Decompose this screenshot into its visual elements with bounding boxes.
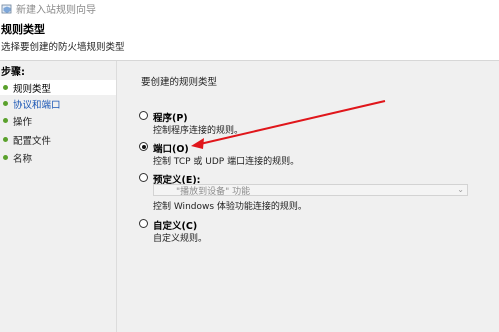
step-label: 配置文件 — [13, 135, 52, 147]
step-bullet-icon — [3, 101, 8, 106]
step-bullet-icon — [3, 137, 8, 142]
radio-port[interactable] — [139, 142, 148, 151]
step-profile[interactable]: 配置文件 — [0, 132, 116, 147]
rule-type-content: 要创建的规则类型 程序(P) 控制程序连接的规则。 端口(O) 控制 TCP 或… — [117, 61, 499, 332]
step-bullet-icon — [3, 155, 8, 160]
step-action[interactable]: 操作 — [0, 113, 116, 128]
wizard-body: 步骤: 规则类型 协议和端口 操作 配置文件 名称 要创建的规则类型 程序(P)… — [0, 61, 499, 332]
step-protocol-port[interactable]: 协议和端口 — [0, 96, 116, 111]
radio-custom[interactable] — [139, 219, 148, 228]
option-description: 控制 Windows 体验功能连接的规则。 — [153, 202, 307, 212]
window-title: 新建入站规则向导 — [16, 5, 96, 16]
firewall-rule-icon — [1, 3, 13, 15]
option-description: 控制程序连接的规则。 — [153, 126, 244, 136]
option-description: 自定义规则。 — [153, 234, 208, 244]
option-description: 控制 TCP 或 UDP 端口连接的规则。 — [153, 157, 300, 167]
step-label: 名称 — [13, 153, 33, 165]
option-label: 自定义(C) — [153, 221, 198, 232]
rule-type-question: 要创建的规则类型 — [141, 77, 218, 88]
step-rule-type[interactable]: 规则类型 — [0, 80, 116, 95]
option-label: 端口(O) — [153, 144, 189, 155]
page-subtitle: 选择要创建的防火墙规则类型 — [1, 42, 125, 53]
step-label: 协议和端口 — [13, 99, 61, 111]
steps-title: 步骤: — [1, 67, 25, 78]
predefined-dropdown[interactable]: "播放到设备" 功能 ⌄ — [153, 184, 468, 197]
step-bullet-icon — [3, 85, 8, 90]
chevron-down-icon: ⌄ — [457, 185, 464, 194]
dropdown-value: "播放到设备" 功能 — [176, 186, 251, 197]
wizard-header: 规则类型 选择要创建的防火墙规则类型 — [0, 17, 499, 61]
radio-predefined[interactable] — [139, 173, 148, 182]
option-label: 程序(P) — [153, 113, 188, 124]
steps-panel: 步骤: 规则类型 协议和端口 操作 配置文件 名称 — [0, 61, 117, 332]
step-bullet-icon — [3, 118, 8, 123]
step-name[interactable]: 名称 — [0, 150, 116, 165]
radio-program[interactable] — [139, 111, 148, 120]
step-label: 规则类型 — [13, 83, 52, 95]
page-title: 规则类型 — [1, 23, 45, 36]
title-bar: 新建入站规则向导 — [0, 0, 499, 17]
step-label: 操作 — [13, 116, 33, 128]
